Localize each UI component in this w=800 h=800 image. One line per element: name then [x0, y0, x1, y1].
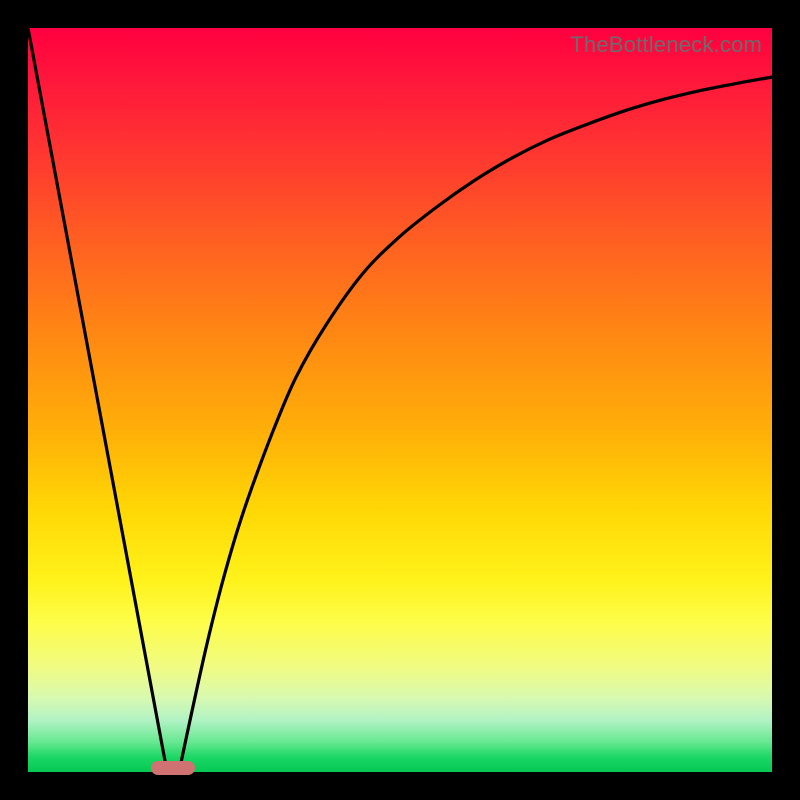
- chart-frame: TheBottleneck.com: [0, 0, 800, 800]
- plot-area: TheBottleneck.com: [28, 28, 772, 772]
- curve-layer: [28, 28, 772, 772]
- right-asymptote-curve: [179, 77, 772, 772]
- bottleneck-marker: [151, 761, 195, 775]
- left-slope-line: [28, 28, 167, 772]
